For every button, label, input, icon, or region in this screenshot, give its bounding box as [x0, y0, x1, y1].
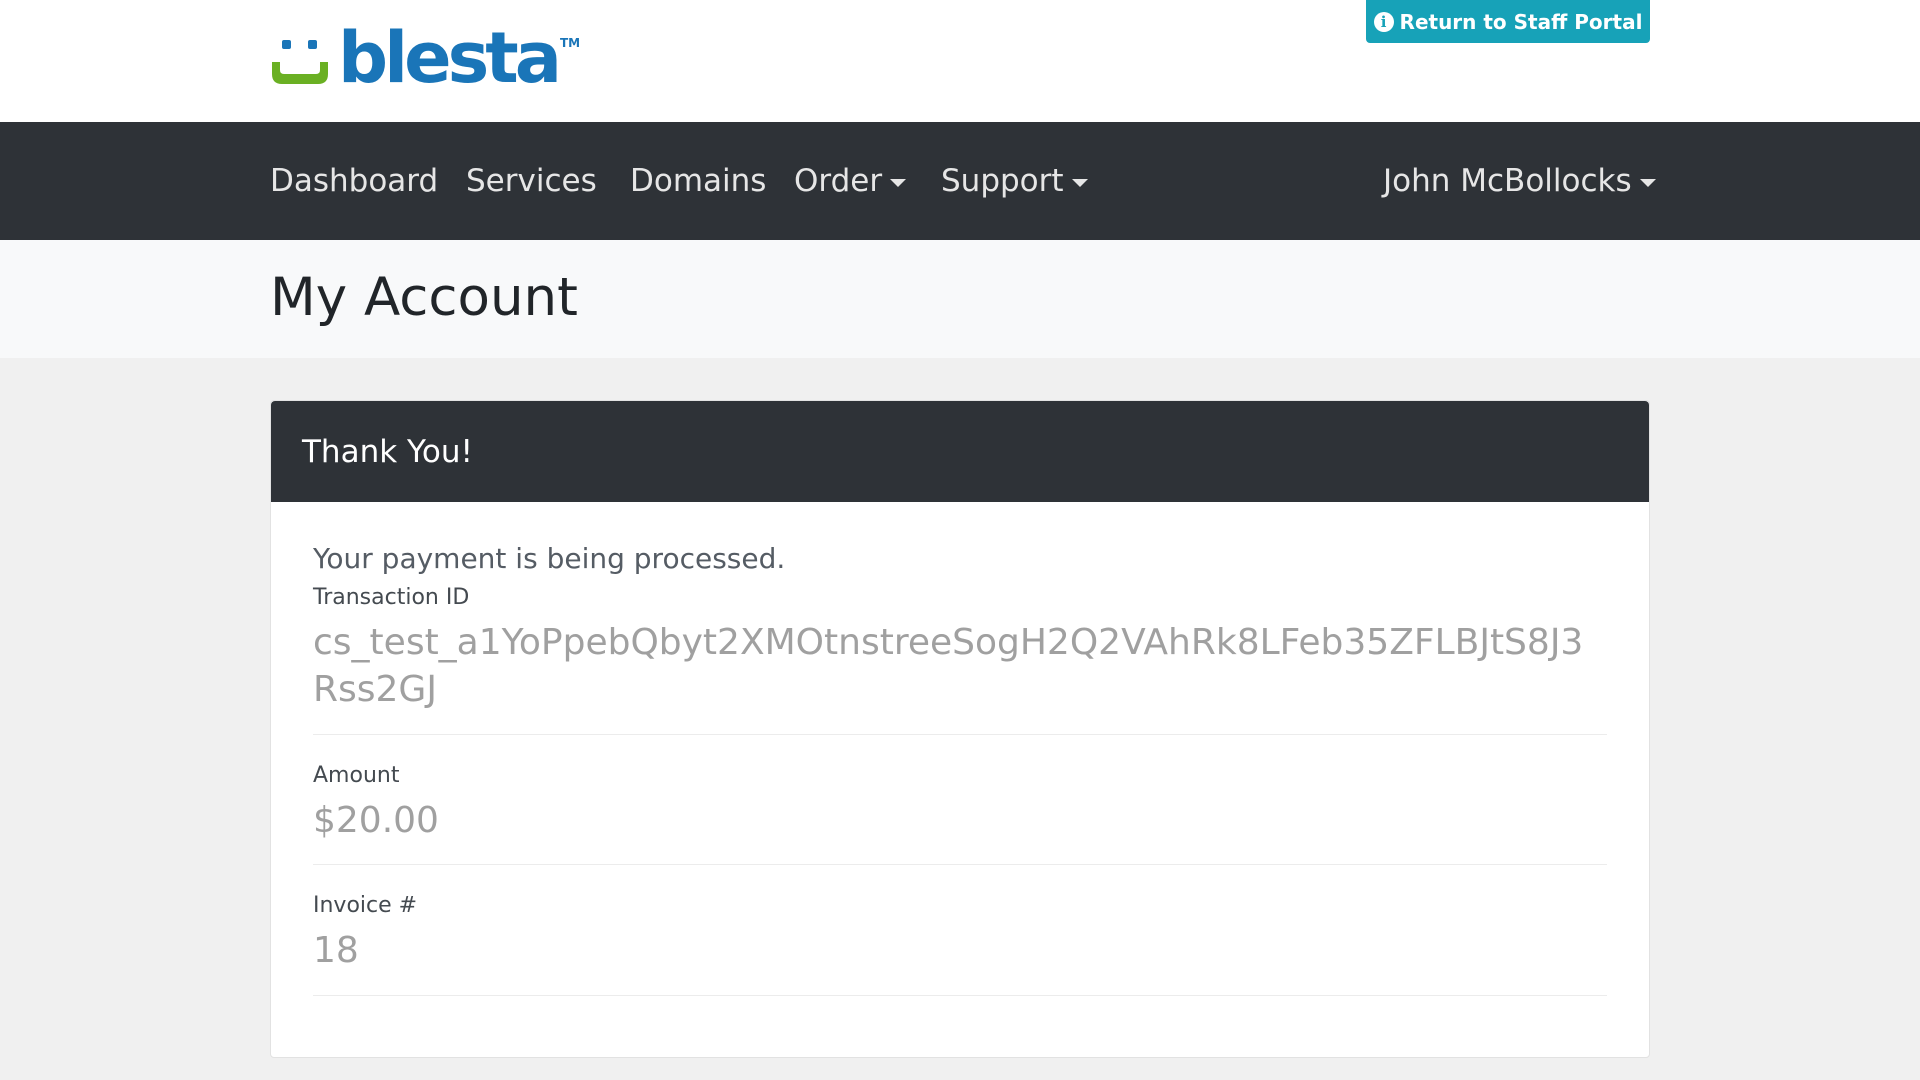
- card-header-title: Thank You!: [302, 433, 473, 470]
- card-body: Your payment is being processed. Transac…: [271, 502, 1649, 997]
- user-name-label: John McBollocks: [1383, 163, 1632, 199]
- nav-services[interactable]: Services: [466, 122, 597, 240]
- card-header: Thank You!: [271, 401, 1649, 502]
- payment-confirmation-card: Thank You! Your payment is being process…: [270, 400, 1650, 1058]
- nav-order-label: Order: [794, 163, 883, 199]
- main-navbar: Dashboard Services Domains Order Support…: [0, 122, 1920, 240]
- page-title-bar: My Account: [0, 240, 1920, 358]
- caret-down-icon: [1639, 179, 1656, 187]
- blesta-smile-icon: [270, 36, 334, 92]
- amount-field: Amount $20.00: [313, 763, 1607, 866]
- logo-trademark: TM: [559, 36, 581, 50]
- page-title: My Account: [270, 267, 578, 328]
- nav-domains[interactable]: Domains: [630, 122, 766, 240]
- nav-domains-label: Domains: [630, 163, 767, 199]
- nav-support-label: Support: [941, 163, 1064, 199]
- payment-status-message: Your payment is being processed.: [313, 542, 786, 575]
- invoice-value: 18: [313, 930, 359, 972]
- amount-value: $20.00: [313, 799, 439, 841]
- transaction-id-field: Transaction ID cs_test_a1YoPpebQbyt2XMOt…: [313, 585, 1607, 735]
- user-menu-dropdown[interactable]: John McBollocks: [1383, 122, 1656, 240]
- blesta-logo[interactable]: blesta TM: [270, 22, 580, 94]
- invoice-label: Invoice #: [313, 893, 418, 919]
- return-to-staff-portal-label: Return to Staff Portal: [1399, 9, 1643, 34]
- transaction-id-value: cs_test_a1YoPpebQbyt2XMOtnstreeSogH2Q2VA…: [313, 622, 1584, 710]
- nav-order-dropdown[interactable]: Order: [794, 122, 907, 240]
- logo-wordmark: blesta: [338, 17, 562, 99]
- caret-down-icon: [890, 179, 907, 187]
- return-to-staff-portal-button[interactable]: i Return to Staff Portal: [1366, 0, 1650, 43]
- invoice-field: Invoice # 18: [313, 893, 1607, 997]
- info-circle-icon: i: [1373, 11, 1394, 32]
- nav-support-dropdown[interactable]: Support: [941, 122, 1088, 240]
- caret-down-icon: [1071, 179, 1088, 187]
- transaction-id-label: Transaction ID: [313, 585, 470, 610]
- nav-dashboard[interactable]: Dashboard: [270, 122, 438, 240]
- amount-label: Amount: [313, 762, 400, 788]
- nav-dashboard-label: Dashboard: [270, 163, 439, 199]
- nav-services-label: Services: [466, 163, 597, 199]
- top-header: blesta TM i Return to Staff Portal: [0, 0, 1920, 122]
